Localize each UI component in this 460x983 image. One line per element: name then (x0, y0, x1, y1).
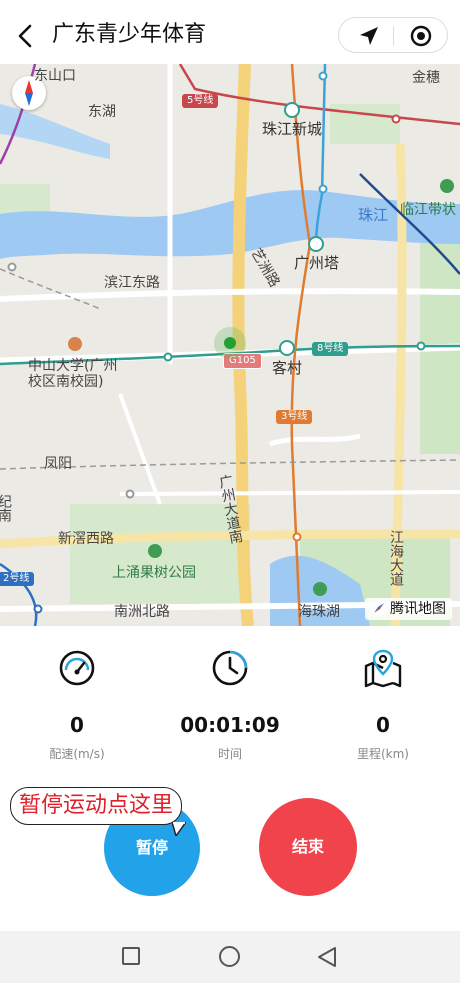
map-pin-route-icon (364, 649, 402, 688)
tencent-map-logo-icon (371, 600, 387, 616)
pause-hint-bubble: 暂停运动点这里 (10, 787, 183, 825)
speedometer-icon (59, 650, 95, 686)
map-label-donghu: 东湖 (88, 104, 116, 120)
record-target-icon[interactable] (409, 24, 433, 48)
metro-line-2-tag: 2号线 (0, 572, 35, 586)
circle-icon[interactable] (219, 946, 240, 967)
metro-line-5-tag: 5号线 (182, 94, 219, 108)
pace-value: 0 (70, 713, 84, 737)
map-provider-text: 腾讯地图 (390, 601, 446, 617)
map-label-guangzhouta: 广州塔 (294, 254, 340, 272)
current-location-dot-icon (224, 337, 236, 349)
map-label-kecun: 客村 (272, 359, 303, 377)
square-icon[interactable] (122, 947, 140, 965)
end-button[interactable]: 结束 (259, 798, 357, 896)
metro-line-8-tag: 8号线 (312, 342, 349, 356)
system-nav-bar (0, 931, 460, 983)
distance-value: 0 (376, 713, 390, 737)
map-label-fengyang: 凤阳 (44, 456, 72, 472)
map-label-zhujiang: 珠江 (358, 206, 389, 224)
map-label-nanzhoubeilu: 南洲北路 (114, 604, 170, 620)
title-bar: 广东青少年体育 (0, 0, 460, 70)
clock-icon (212, 650, 248, 686)
map-label-jinhui: 金穗 (412, 70, 440, 86)
page-title: 广东青少年体育 (52, 22, 207, 47)
capsule-divider (393, 26, 394, 46)
map-label-jianghaidadao: 江海大道 (388, 530, 404, 586)
pace-label: 配速(m/s) (49, 747, 105, 761)
map-label-zhujiangxincheng: 珠江新城 (262, 120, 323, 138)
map-label-binjiangdonglu: 滨江东路 (104, 275, 160, 291)
map-label-zhongshan-university: 中山大学(广州 校区南校园) (28, 358, 118, 390)
map-provider-logo: 腾讯地图 (365, 598, 452, 620)
distance-label: 里程(km) (356, 747, 409, 761)
chevron-left-icon[interactable] (14, 22, 38, 50)
map-label-haizhuhu: 海珠湖 (298, 604, 340, 620)
map-label-linjiang: 临江带状 (400, 202, 456, 218)
map-view[interactable]: 东山口 东湖 金穗 珠江新城 珠江 临江带状 广州塔 艺洲路 滨江东路 中山大学… (0, 64, 460, 626)
navigation-arrow-icon[interactable] (357, 24, 381, 48)
time-label: 时间 (217, 747, 242, 761)
map-label-dongshankou: 东山口 (34, 68, 76, 84)
map-label-left-edge: 纪南 (0, 494, 12, 522)
metro-line-3-tag: 3号线 (276, 410, 313, 424)
map-label-xinjiaoxilu: 新滘西路 (58, 531, 114, 547)
bubble-tail (172, 822, 186, 836)
miniprogram-capsule (338, 17, 448, 53)
time-value: 00:01:09 (180, 713, 280, 737)
triangle-back-icon[interactable] (316, 945, 338, 969)
map-label-shangchong-park: 上涌果树公园 (112, 565, 196, 581)
